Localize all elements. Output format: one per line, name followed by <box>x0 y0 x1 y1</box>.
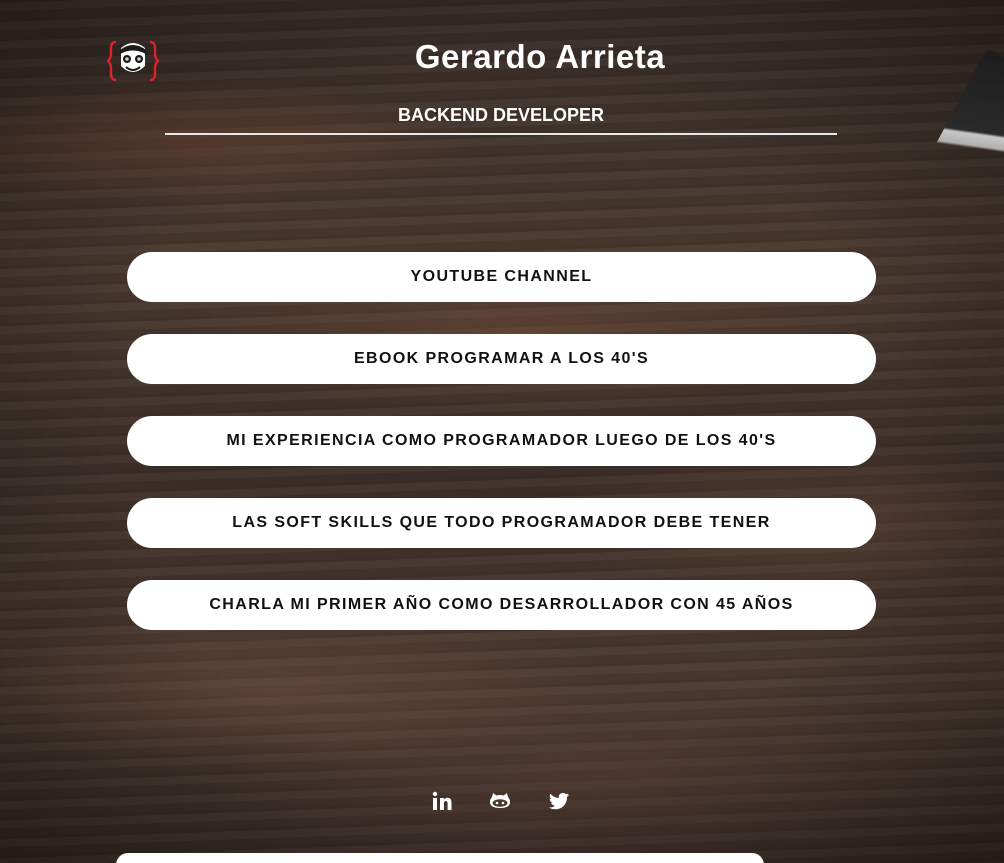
twitter-icon[interactable] <box>547 789 571 813</box>
link-youtube-channel[interactable]: YOUTUBE CHANNEL <box>127 252 876 302</box>
profile-role: BACKEND DEVELOPER <box>397 105 605 125</box>
link-experiencia[interactable]: MI EXPERIENCIA COMO PROGRAMADOR LUEGO DE… <box>127 416 876 466</box>
header-divider <box>165 133 837 135</box>
background-object <box>930 48 1004 192</box>
link-ebook[interactable]: EBOOK PROGRAMAR A LOS 40'S <box>127 334 876 384</box>
social-links <box>420 789 580 817</box>
linkedin-icon[interactable] <box>430 789 454 813</box>
bottom-card <box>116 853 764 863</box>
link-list: YOUTUBE CHANNEL EBOOK PROGRAMAR A LOS 40… <box>127 252 876 662</box>
github-icon[interactable] <box>488 789 512 813</box>
logo <box>106 38 160 84</box>
link-soft-skills[interactable]: LAS SOFT SKILLS QUE TODO PROGRAMADOR DEB… <box>127 498 876 548</box>
link-charla[interactable]: CHARLA MI PRIMER AÑO COMO DESARROLLADOR … <box>127 580 876 630</box>
profile-name: Gerardo Arrieta <box>414 38 666 75</box>
